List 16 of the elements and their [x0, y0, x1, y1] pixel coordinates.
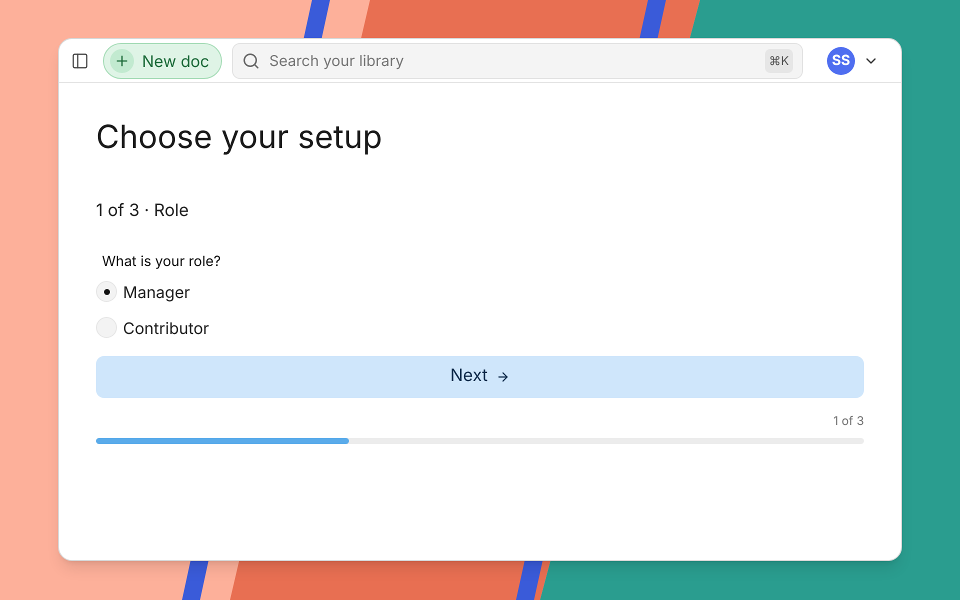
- shortcut-key: ⌘K: [764, 48, 793, 72]
- new-doc-button[interactable]: New doc: [103, 42, 222, 78]
- radio-button[interactable]: [96, 317, 117, 338]
- user-avatar[interactable]: SS: [827, 46, 855, 74]
- sidebar-toggle-icon[interactable]: [71, 52, 89, 70]
- step-label: 1 of 3 · Role: [96, 200, 190, 223]
- role-option[interactable]: Contributor: [96, 316, 210, 340]
- next-button[interactable]: Next: [96, 356, 864, 398]
- arrow-right-icon: [496, 370, 510, 384]
- plus-icon: [110, 48, 134, 72]
- progress-reading: 1 of 3: [833, 412, 864, 430]
- search-icon: [242, 52, 260, 70]
- page-title: Choose your setup: [96, 117, 384, 157]
- role-option[interactable]: Manager: [96, 280, 190, 304]
- radio-button[interactable]: [96, 281, 117, 302]
- question-label: What is your role?: [102, 252, 222, 272]
